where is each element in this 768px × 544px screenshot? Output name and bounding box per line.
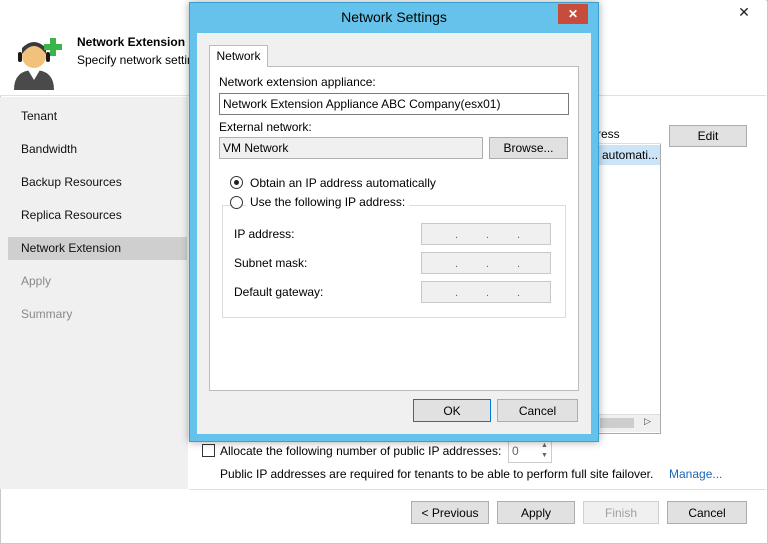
network-extension-user-icon <box>14 38 62 90</box>
obtain-ip-automatically-label[interactable]: Obtain an IP address automatically <box>250 176 436 190</box>
step-summary: Summary <box>21 307 73 321</box>
wizard-cancel-button[interactable]: Cancel <box>667 501 747 524</box>
dialog-title: Network Settings <box>341 9 447 25</box>
scrollbar-thumb[interactable] <box>600 418 634 428</box>
default-gateway-label: Default gateway: <box>234 285 324 299</box>
ip-address-label: IP address: <box>234 227 295 241</box>
appliance-label: Network extension appliance: <box>219 75 376 89</box>
use-following-ip-radio[interactable] <box>230 196 243 209</box>
external-network-field: VM Network <box>219 137 483 159</box>
dialog-close-icon[interactable]: ✕ <box>558 4 588 24</box>
ip-separator: . <box>517 258 521 270</box>
default-gateway-field: . . . <box>421 281 551 303</box>
stepper-up-icon[interactable]: ▲ <box>538 442 551 452</box>
step-bandwidth[interactable]: Bandwidth <box>8 138 187 161</box>
ip-address-field: . . . <box>421 223 551 245</box>
wizard-close-icon[interactable]: ✕ <box>728 2 760 22</box>
allocate-public-ip-label: Allocate the following number of public … <box>220 444 502 458</box>
manage-link[interactable]: Manage... <box>669 467 722 481</box>
step-tenant[interactable]: Tenant <box>8 105 187 128</box>
ip-separator: . <box>455 229 459 241</box>
ip-separator: . <box>517 287 521 299</box>
ip-separator: . <box>486 229 490 241</box>
step-network-extension[interactable]: Network Extension <box>8 237 187 260</box>
table-column-header[interactable]: ress <box>595 124 661 144</box>
network-appliances-table <box>595 124 661 434</box>
subnet-mask-label: Subnet mask: <box>234 256 308 270</box>
use-following-ip-label[interactable]: Use the following IP address: <box>246 195 410 209</box>
ok-button[interactable]: OK <box>413 399 491 422</box>
appliance-name-input[interactable]: Network Extension Appliance ABC Company(… <box>219 93 569 115</box>
public-ip-count-value: 0 <box>512 444 519 458</box>
ip-separator: . <box>455 287 459 299</box>
step-apply: Apply <box>21 274 52 288</box>
scroll-right-icon[interactable]: ▷ <box>644 416 651 427</box>
step-backup-resources[interactable]: Backup Resources <box>8 171 187 194</box>
table-row[interactable]: automati... <box>596 145 660 165</box>
ip-separator: . <box>486 258 490 270</box>
browse-button[interactable]: Browse... <box>489 137 568 159</box>
ip-separator: . <box>517 229 521 241</box>
footer-divider <box>189 489 766 490</box>
finish-button: Finish <box>583 501 659 524</box>
stepper-down-icon[interactable]: ▼ <box>538 452 551 462</box>
edit-button[interactable]: Edit <box>669 125 747 147</box>
previous-button[interactable]: < Previous <box>411 501 489 524</box>
allocate-public-ip-checkbox[interactable] <box>202 444 215 457</box>
dialog-cancel-button[interactable]: Cancel <box>497 399 578 422</box>
subnet-mask-field: . . . <box>421 252 551 274</box>
ip-separator: . <box>455 258 459 270</box>
failover-info-text: Public IP addresses are required for ten… <box>220 467 654 481</box>
step-replica-resources[interactable]: Replica Resources <box>8 204 187 227</box>
wizard-subtitle: Specify network settin <box>77 53 194 67</box>
tab-network[interactable]: Network <box>209 45 268 67</box>
ip-separator: . <box>486 287 490 299</box>
obtain-ip-automatically-radio[interactable] <box>230 176 243 189</box>
radio-selected-dot <box>234 180 239 185</box>
external-network-label: External network: <box>219 120 312 134</box>
apply-button[interactable]: Apply <box>497 501 575 524</box>
wizard-title: Network Extension <box>77 35 186 49</box>
